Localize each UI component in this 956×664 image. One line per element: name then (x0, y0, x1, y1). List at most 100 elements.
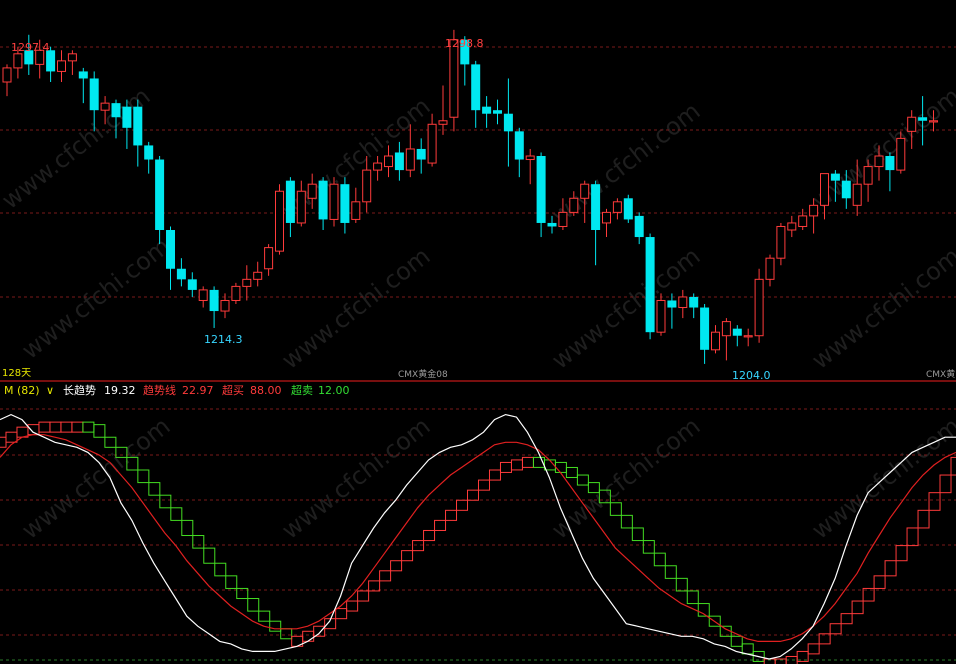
candle-body-up (307, 183, 317, 199)
candle-body-up (569, 197, 579, 213)
price-low-left-label: 1214.3 (204, 333, 243, 346)
candle-body-up (907, 116, 917, 132)
price-low-right-label: 1204.0 (732, 369, 771, 382)
candle-body-up (754, 278, 764, 337)
candle-body-down (176, 268, 186, 280)
candle-body-up (427, 123, 437, 164)
candle (231, 282, 241, 304)
candle (275, 184, 284, 255)
candle-body-down (841, 180, 851, 199)
candle-body-down (482, 106, 492, 114)
symbol-label-a: CMX黄金08 (398, 368, 448, 380)
candle-body-down (209, 289, 219, 312)
legend-oversold-value: 12.00 (318, 384, 350, 397)
candle-body-down (394, 152, 404, 171)
candle-body-down (187, 279, 197, 290)
candle-body-up (242, 278, 252, 287)
candle-body-up (264, 247, 274, 270)
candle-body-up (787, 222, 797, 231)
candle-body-up (929, 120, 938, 123)
candle-body-up (743, 335, 753, 338)
candle-body-down (918, 117, 928, 121)
candle-body-up (373, 162, 383, 171)
indicator-menu-button[interactable]: M (82) ∨ (4, 384, 54, 397)
candle-body-down (111, 103, 121, 118)
candle-body-down (89, 78, 99, 111)
candle-body-up (765, 257, 775, 280)
candle-body-down (732, 328, 742, 336)
candle-body-up (896, 137, 906, 171)
candle-body-down (689, 296, 699, 308)
candle-body-up (820, 173, 829, 206)
candle (645, 233, 655, 340)
legend-oversold-label: 超卖 (291, 383, 313, 397)
legend-long-trend-value: 19.32 (104, 384, 136, 397)
candle-body-up (253, 271, 263, 280)
candle-body-down (122, 106, 132, 128)
legend-overbought-label: 超买 (222, 383, 244, 397)
candle-body-up (863, 166, 873, 185)
candle-body-down (536, 156, 546, 223)
candle-body-down (318, 180, 328, 220)
candle-body-up (438, 120, 448, 125)
candle (623, 194, 633, 223)
candle-body-down (471, 64, 481, 111)
candle-body-up (384, 155, 393, 168)
price-high-left-label: 1297.4 (11, 41, 50, 54)
candle-body-up (678, 296, 688, 309)
candle-body-down (700, 307, 710, 350)
candle-body-up (721, 321, 731, 337)
candle-body-up (711, 331, 720, 351)
candle-body-up (198, 289, 208, 301)
candle-body-down (503, 113, 513, 132)
candle-body-up (449, 39, 459, 118)
candle-body-up (231, 285, 241, 301)
candle-body-down (623, 198, 633, 220)
candle-body-up (329, 183, 339, 220)
candle-body-up (874, 155, 884, 168)
candle-body-up (362, 169, 372, 203)
candle-body-up (275, 190, 284, 252)
candle-body-down (285, 180, 295, 223)
candle-body-down (830, 173, 840, 181)
candle-body-up (67, 53, 77, 62)
candle-body-down (885, 156, 895, 171)
candle-body-up (2, 67, 12, 83)
candle-body-up (798, 215, 808, 227)
legend-overbought-value: 88.00 (250, 384, 282, 397)
candle-body-down (591, 184, 601, 230)
candle-body-up (525, 155, 535, 161)
candle-body-up (852, 183, 862, 206)
legend-long-trend-label: 长趋势 (63, 384, 96, 397)
candle-body-down (645, 237, 655, 333)
candle-body-up (220, 299, 230, 312)
candle-body-up (602, 211, 611, 224)
symbol-label-b: CMX黄 (926, 368, 955, 380)
indicator-menu-label: M (82) (4, 384, 40, 397)
legend-trend-line-label: 趋势线 (143, 383, 176, 397)
candle-body-up (580, 183, 590, 199)
candle-body-down (133, 106, 143, 146)
candle-body-up (296, 190, 306, 224)
candle-body-up (558, 211, 568, 227)
candle-body-down (667, 300, 677, 308)
candle-body-down (634, 215, 644, 238)
candle-body-down (166, 230, 175, 269)
candle-body-down (547, 222, 557, 227)
chevron-down-icon[interactable]: ∨ (46, 384, 54, 397)
candle-body-up (100, 102, 110, 111)
price-high-mid-label: 1298.8 (445, 37, 484, 50)
candle-body-down (340, 184, 350, 223)
candle-body-down (155, 159, 165, 230)
legend-trend-line-value: 22.97 (182, 384, 214, 397)
candle-body-up (612, 201, 622, 213)
gold-futures-chart: www.cfchi.com www.cfchi.com www.cfchi.com w… (0, 0, 956, 664)
candle-body-down (493, 110, 502, 114)
candle-body-up (776, 225, 786, 259)
candle-body-up (809, 204, 819, 217)
candle-body-down (514, 131, 524, 160)
candle-body-down (78, 71, 88, 79)
candle (329, 177, 339, 227)
candle-body-up (656, 299, 666, 333)
candle-body-up (57, 60, 66, 72)
